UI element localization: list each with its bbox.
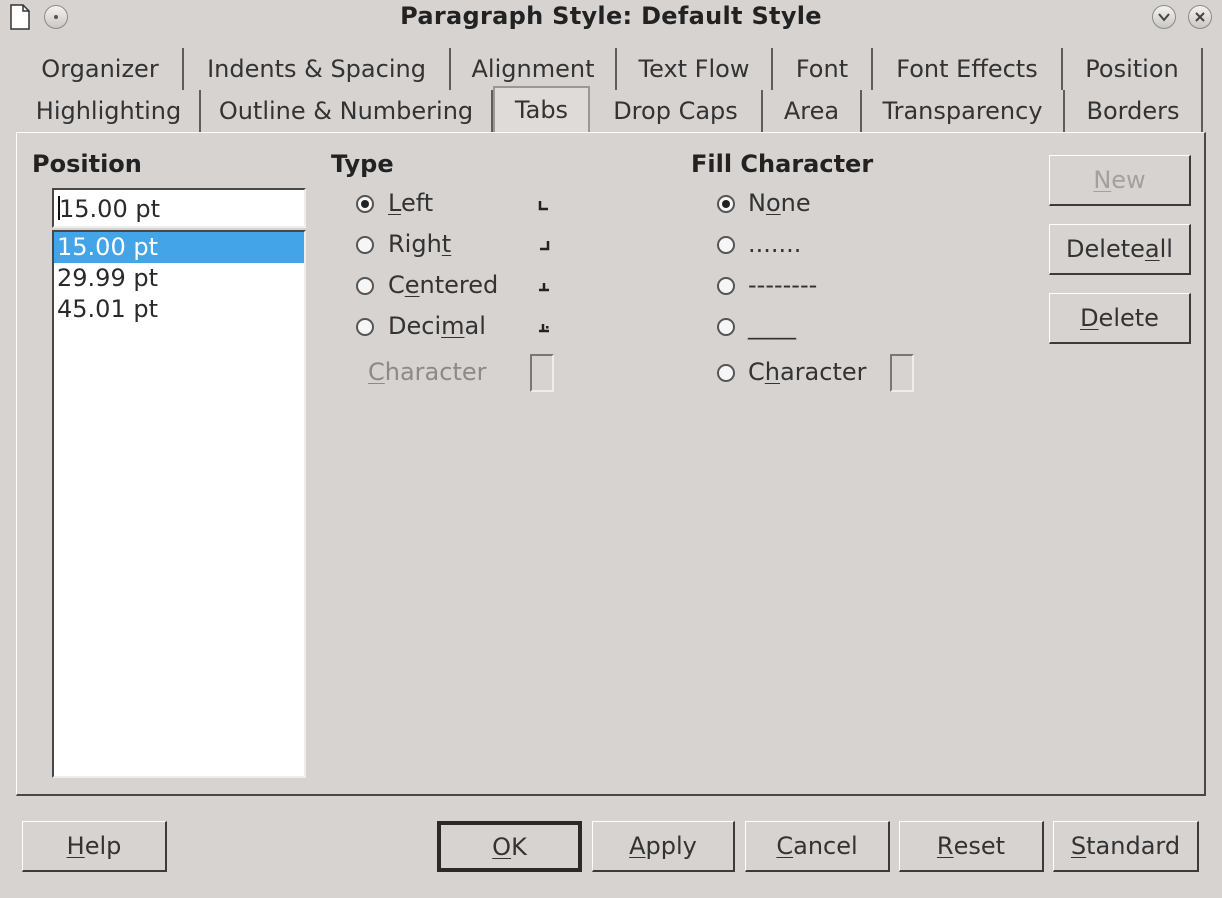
delete-button[interactable]: Delete xyxy=(1049,293,1191,344)
fill-character-field[interactable] xyxy=(890,354,914,392)
tab-indents-spacing[interactable]: Indents & Spacing xyxy=(184,48,451,90)
radio-fill-dots[interactable] xyxy=(717,236,735,254)
radio-fill-underline-label: ____ xyxy=(748,312,796,340)
left-tab-icon xyxy=(538,201,548,211)
delete-all-button[interactable]: Delete a ll xyxy=(1049,224,1191,275)
apply-button[interactable]: Apply xyxy=(592,821,735,872)
radio-type-centered-label: Centered xyxy=(388,271,499,299)
reset-button[interactable]: Reset xyxy=(899,821,1044,872)
close-icon[interactable] xyxy=(1188,5,1212,29)
chevron-down-icon[interactable] xyxy=(1152,5,1176,29)
centered-tab-icon xyxy=(539,283,549,292)
position-heading: Position xyxy=(32,150,142,178)
new-button[interactable]: New xyxy=(1049,155,1191,206)
list-item[interactable]: 29.99 pt xyxy=(54,263,304,294)
radio-fill-dashes-label: -------- xyxy=(748,271,818,299)
radio-type-decimal[interactable] xyxy=(356,318,374,336)
tab-text-flow[interactable]: Text Flow xyxy=(617,48,773,90)
radio-type-right-label: Right xyxy=(388,230,452,258)
radio-fill-character[interactable] xyxy=(717,364,735,382)
list-item[interactable]: 15.00 pt xyxy=(54,232,304,263)
tab-font[interactable]: Font xyxy=(773,48,873,90)
tab-area[interactable]: Area xyxy=(763,90,862,132)
cancel-button[interactable]: Cancel xyxy=(745,821,890,872)
tab-transparency[interactable]: Transparency xyxy=(862,90,1065,132)
radio-fill-none-label: None xyxy=(748,189,811,217)
type-character-field[interactable] xyxy=(530,354,554,392)
list-item[interactable]: 45.01 pt xyxy=(54,294,304,325)
position-input-value: 15.00 pt xyxy=(59,195,160,223)
tab-borders[interactable]: Borders xyxy=(1065,90,1203,132)
tab-tabs[interactable]: Tabs xyxy=(493,86,590,132)
decimal-tab-icon xyxy=(539,324,549,333)
position-input[interactable]: 15.00 pt xyxy=(52,188,306,228)
window-title: Paragraph Style: Default Style xyxy=(400,2,822,30)
radio-fill-dots-label: ....... xyxy=(748,230,802,258)
radio-fill-character-label: Character xyxy=(748,358,867,386)
radio-fill-none[interactable] xyxy=(717,195,735,213)
tab-organizer[interactable]: Organizer xyxy=(18,48,184,90)
radio-type-right[interactable] xyxy=(356,236,374,254)
tab-alignment[interactable]: Alignment xyxy=(451,48,617,90)
radio-type-left[interactable] xyxy=(356,195,374,213)
tab-position[interactable]: Position xyxy=(1063,48,1203,90)
radio-fill-dashes[interactable] xyxy=(717,277,735,295)
right-tab-icon xyxy=(540,241,550,251)
radio-type-left-label: Left xyxy=(388,189,434,217)
fill-character-heading: Fill Character xyxy=(691,150,874,178)
radio-type-centered[interactable] xyxy=(356,277,374,295)
ok-button[interactable]: OK xyxy=(437,821,582,872)
tab-outline-numbering[interactable]: Outline & Numbering xyxy=(201,90,493,132)
tab-font-effects[interactable]: Font Effects xyxy=(873,48,1063,90)
type-heading: Type xyxy=(331,150,394,178)
standard-button[interactable]: Standard xyxy=(1053,821,1199,872)
position-list[interactable]: 15.00 pt 29.99 pt 45.01 pt xyxy=(52,230,306,778)
tab-drop-caps[interactable]: Drop Caps xyxy=(590,90,763,132)
type-character-label: Character xyxy=(368,358,487,386)
radio-type-decimal-label: Decimal xyxy=(388,312,486,340)
help-button[interactable]: Help xyxy=(22,821,167,872)
tab-highlighting[interactable]: Highlighting xyxy=(18,90,201,132)
radio-fill-underline[interactable] xyxy=(717,318,735,336)
